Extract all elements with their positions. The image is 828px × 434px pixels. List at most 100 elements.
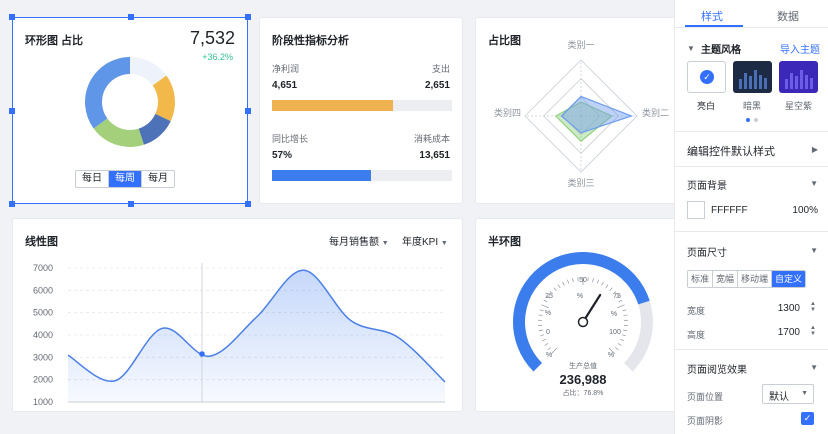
yoy-growth-label: 同比增长 (272, 134, 309, 144)
gauge-tick-mark (596, 279, 599, 284)
theme-section-title: 主题风格 (701, 45, 741, 56)
size-custom-button[interactable]: 自定义 (772, 271, 806, 287)
bar-chart-icon (739, 70, 767, 89)
bg-color-value[interactable]: FFFFFF (711, 205, 748, 216)
cost-label: 消耗成本 (413, 134, 450, 144)
period-toggle: 每日 每周 每月 (75, 170, 175, 188)
height-value-input[interactable]: 1700 (778, 327, 800, 338)
gauge-tick-mark (614, 347, 619, 351)
expense-label: 支出 (431, 64, 450, 74)
line-y-tick-label: 3000 (33, 352, 53, 362)
resize-handle-tr[interactable] (245, 14, 251, 20)
gauge-card[interactable]: 半环图 0 25 50 75 100 % % % % % 生产总值 236,98… (475, 218, 685, 412)
theme-collapse-icon[interactable]: ▼ (687, 44, 695, 53)
gauge-tick-mark (592, 278, 594, 283)
donut-card[interactable]: 环形图 占比 7,532 +36.2% 每日 每周 每月 (9, 14, 251, 207)
gauge-needle-hub (577, 316, 589, 328)
gauge-tick-mark (540, 334, 545, 337)
resize-handle-br[interactable] (245, 201, 251, 207)
line-hover-point[interactable] (199, 351, 205, 357)
gauge-tick-100: 100 (609, 329, 621, 336)
stage-card[interactable]: 阶段性指标分析 净利润 支出 4,651 2,651 同比增长 消耗成本 57%… (259, 17, 463, 204)
width-value-input[interactable]: 1300 (778, 303, 800, 314)
pagination-dot[interactable] (754, 118, 758, 122)
resize-handle-mr[interactable] (245, 108, 251, 114)
bg-opacity-value[interactable]: 100% (792, 205, 818, 216)
shadow-checkbox[interactable]: ✓ (801, 412, 814, 425)
gauge-tick-mark (605, 284, 609, 289)
gauge-tick-mark (567, 279, 570, 284)
size-section-title: 页面尺寸 (687, 248, 727, 259)
chevron-down-icon: ▼ (801, 390, 808, 397)
line-y-tick-label: 4000 (33, 330, 53, 340)
resize-handle-ml[interactable] (9, 108, 15, 114)
height-stepper-icon[interactable]: ▲ ▼ (810, 325, 816, 337)
theme-dark-label: 暗黑 (743, 101, 762, 111)
gauge-tick-mark (543, 299, 548, 303)
gauge-pct-3: % (611, 311, 617, 318)
gauge-pct-5: % (608, 352, 614, 359)
net-profit-progress-bar (272, 100, 452, 111)
gauge-tick-mark (618, 299, 623, 303)
line-chart: 7000 6000 5000 4000 3000 2000 1000 (33, 263, 446, 407)
section-divider (675, 231, 828, 232)
radar-card[interactable]: 占比图 类别一 类别二 类别三 类别四 (475, 17, 685, 204)
pagination-dot-active[interactable] (746, 118, 750, 122)
theme-purple-card[interactable] (779, 61, 818, 93)
settings-panel: 样式 数据 ▼ 主题风格 导入主题 ✓ 亮白 暗黑 星空紫 编辑控件默认样式 ▶… (674, 0, 828, 434)
gauge-tick-mark (623, 329, 628, 332)
gauge-tick-mark (609, 287, 613, 292)
import-theme-link[interactable]: 导入主题 (780, 41, 820, 56)
gauge-tick-mark (623, 314, 628, 316)
line-y-tick-label: 2000 (33, 375, 53, 385)
position-label: 页面位置 (687, 392, 724, 402)
edit-default-style[interactable]: 编辑控件默认样式 (687, 143, 775, 159)
position-select[interactable]: 默认 ▼ (762, 384, 814, 404)
tab-style[interactable]: 样式 (701, 8, 723, 24)
gauge-tick-mark (539, 309, 544, 312)
resize-handle-bl[interactable] (9, 201, 15, 207)
tab-divider (675, 27, 828, 28)
resize-handle-bc[interactable] (128, 201, 134, 207)
size-mobile-button[interactable]: 移动端 (738, 271, 773, 287)
resize-handle-tl[interactable] (9, 14, 15, 20)
gauge-tick-mark (538, 314, 543, 316)
size-standard-button[interactable]: 标准 (688, 271, 714, 287)
size-options: 标准 宽幅 移动端 自定义 (687, 270, 807, 288)
period-monthly-button[interactable]: 每月 (142, 171, 174, 187)
tab-data[interactable]: 数据 (777, 8, 799, 24)
chevron-down-icon[interactable]: ▼ (810, 363, 818, 372)
height-label: 高度 (687, 330, 706, 340)
gauge-tick-25: 25 (545, 293, 553, 300)
theme-light-card[interactable]: ✓ (687, 61, 726, 93)
radar-axis-label-3: 类别三 (567, 177, 594, 188)
theme-dark-card[interactable] (733, 61, 772, 93)
gauge-tick-mark (572, 278, 574, 283)
resize-handle-tc[interactable] (128, 14, 134, 20)
gauge-tick-mark (601, 281, 604, 286)
gauge-tick-mark (557, 284, 561, 289)
line-card[interactable]: 线性图 每月销售额 ▼ 年度KPI ▼ 7000 6000 5000 4000 3000… (12, 218, 463, 412)
radar-axis-label-4: 类别四 (494, 107, 521, 118)
gauge-tick-75: 75 (613, 293, 621, 300)
gauge-tick-mark (620, 338, 625, 342)
width-label: 宽度 (687, 306, 706, 316)
chevron-down-icon[interactable]: ▼ (810, 179, 818, 188)
width-stepper-icon[interactable]: ▲ ▼ (810, 301, 816, 313)
section-divider (675, 349, 828, 350)
chevron-down-icon[interactable]: ▼ (810, 246, 818, 255)
gauge-tick-mark (550, 347, 558, 355)
stage-card-title: 阶段性指标分析 (272, 35, 349, 47)
gauge-label: 生产总值 (569, 361, 597, 370)
line-y-tick-label: 6000 (33, 285, 53, 295)
period-weekly-button[interactable]: 每周 (109, 171, 142, 187)
chevron-right-icon[interactable]: ▶ (812, 145, 818, 154)
gauge-tick-mark (622, 309, 627, 312)
bg-color-swatch[interactable] (687, 201, 705, 219)
size-wide-button[interactable]: 宽幅 (713, 271, 739, 287)
browse-section-title: 页面阅览效果 (687, 365, 747, 376)
line-y-tick-label: 1000 (33, 397, 53, 407)
period-daily-button[interactable]: 每日 (76, 171, 109, 187)
gauge-chart: 0 25 50 75 100 % % % % % 生产总值 236,988 占比… (513, 252, 653, 397)
theme-light-label: 亮白 (697, 101, 716, 111)
